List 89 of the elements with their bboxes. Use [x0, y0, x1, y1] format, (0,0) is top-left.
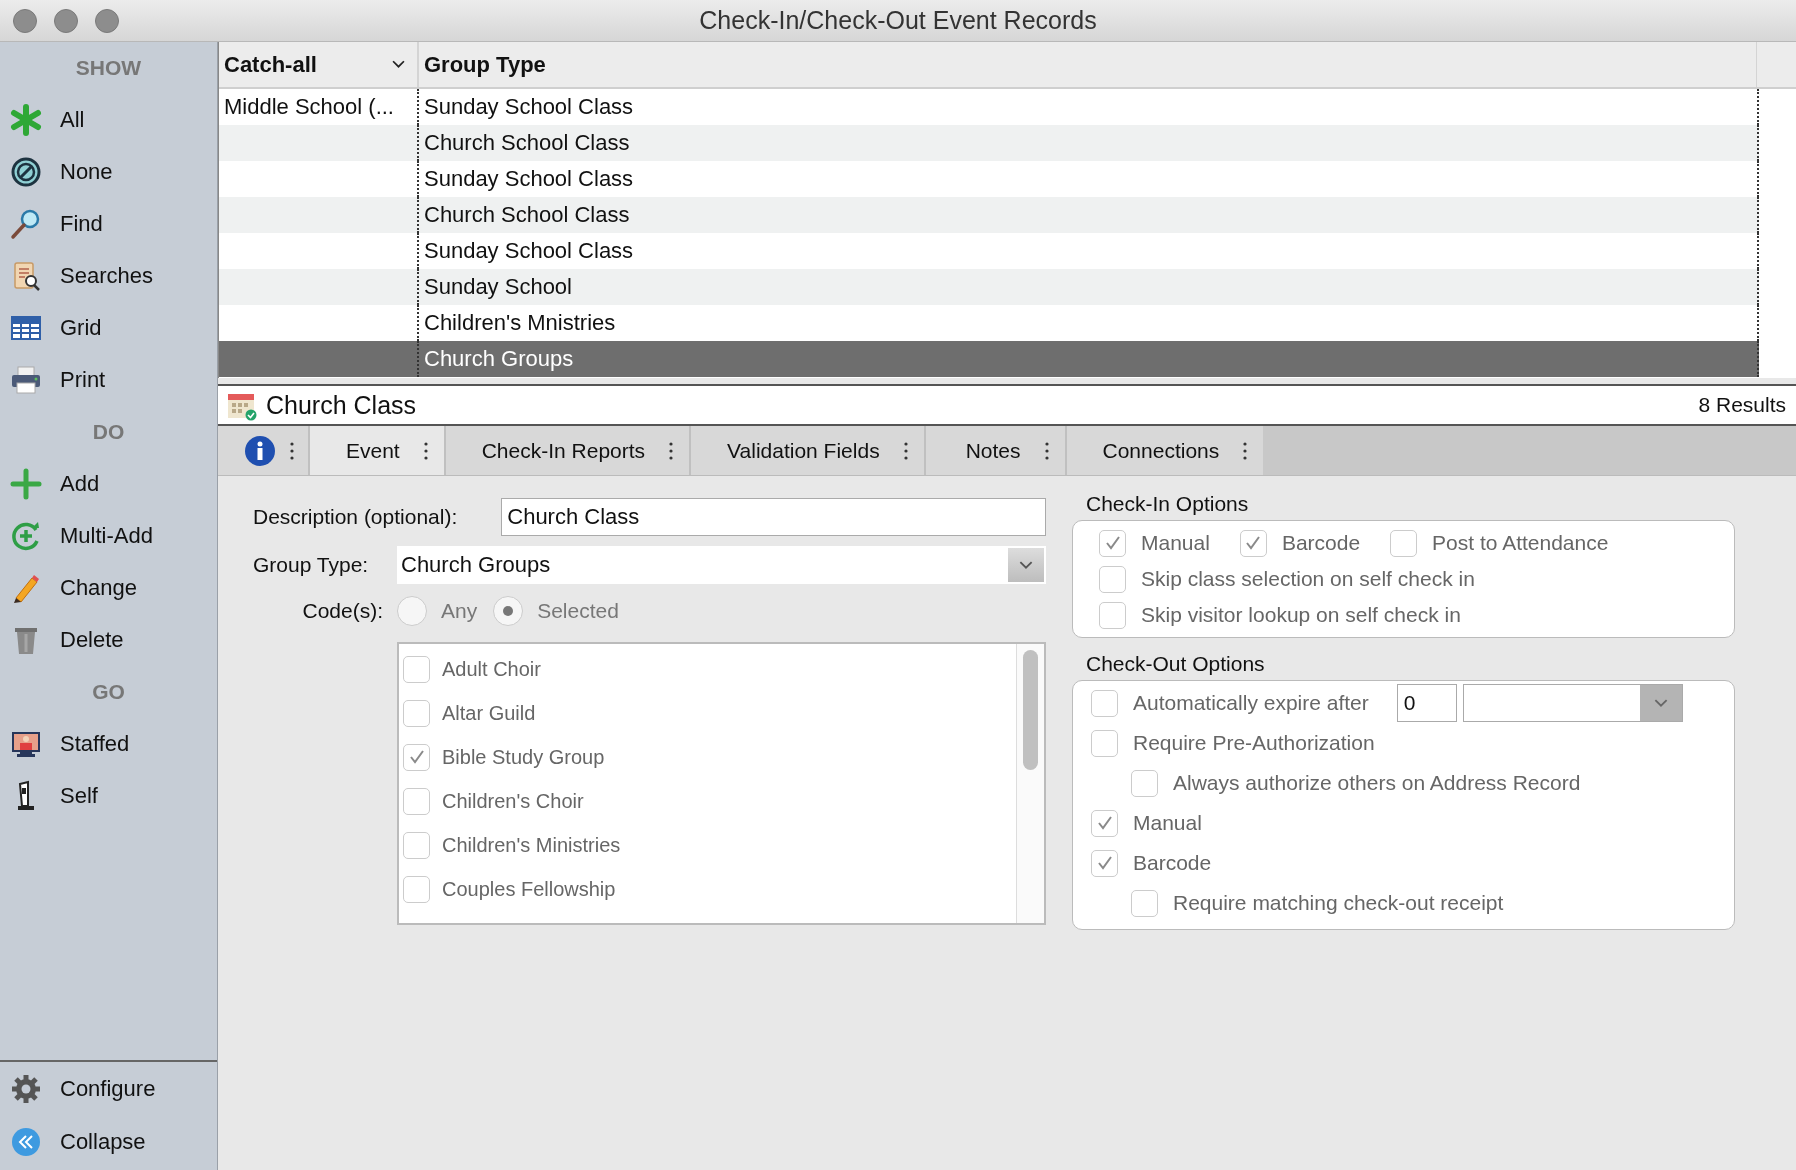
more-icon[interactable]	[1044, 441, 1049, 460]
option-checkbox[interactable]: Require matching check-out receipt	[1131, 889, 1504, 917]
more-icon[interactable]	[423, 441, 428, 460]
section-heading: DO	[92, 420, 125, 444]
tab[interactable]: Connections	[1064, 426, 1264, 475]
table-row[interactable]: Church School Class	[219, 125, 1759, 161]
radio-option[interactable]: Selected	[493, 596, 619, 626]
column-header[interactable]: Catch-all	[219, 42, 419, 87]
field-label: Group Type:	[253, 553, 370, 577]
sidebar-item[interactable]: Grid	[0, 302, 102, 354]
info-icon[interactable]	[244, 434, 276, 467]
radio-option[interactable]: Any	[397, 596, 478, 626]
column-header[interactable]: Group Type	[419, 42, 1757, 87]
more-icon[interactable]	[669, 441, 674, 460]
sidebar-item[interactable]: Change	[0, 562, 138, 614]
table-row[interactable]: Sunday School	[219, 269, 1759, 305]
zoom-button[interactable]	[95, 8, 119, 33]
chevron-down-icon	[1019, 560, 1033, 570]
option-checkbox[interactable]: Automatically expire after	[1091, 689, 1369, 717]
more-icon[interactable]	[290, 441, 294, 460]
option-checkbox[interactable]: Manual	[1099, 529, 1210, 557]
code-checkbox[interactable]: Children's Ministries	[399, 823, 621, 867]
table-cell: Sunday School Class	[424, 94, 634, 120]
window-title: Check-In/Check-Out Event Records	[699, 6, 1097, 35]
table-cell: Sunday School	[424, 274, 572, 300]
code-checkbox[interactable]: Altar Guild	[399, 691, 536, 735]
settings-icon	[10, 1072, 42, 1105]
table-cell: Middle School (...	[224, 94, 394, 120]
table-cell: Church Groups	[424, 346, 574, 372]
more-icon[interactable]	[903, 441, 908, 460]
table-cell: Sunday School Class	[424, 166, 634, 192]
tab[interactable]: Check-In Reports	[443, 426, 690, 475]
chevron-down-icon	[1653, 698, 1668, 708]
option-checkbox[interactable]: Barcode	[1091, 849, 1212, 877]
sidebar-item[interactable]: Add	[0, 458, 100, 510]
sidebar-item[interactable]: Searches	[0, 250, 153, 302]
sidebar-item[interactable]: Self	[0, 770, 98, 822]
scrollbar-thumb[interactable]	[1023, 650, 1038, 770]
asterisk-icon	[10, 104, 42, 136]
sidebar-item[interactable]: None	[0, 146, 113, 198]
prohibited-icon	[10, 156, 42, 188]
option-checkbox[interactable]: Barcode	[1239, 529, 1361, 557]
plus-icon	[10, 468, 42, 500]
option-checkbox[interactable]: Post to Attendance	[1390, 529, 1609, 557]
table-cell: Church School Class	[424, 202, 630, 228]
sidebar-item[interactable]: Multi-Add	[0, 510, 153, 562]
record-title: Church Class	[266, 390, 417, 420]
printer-icon	[10, 364, 42, 396]
code-checkbox[interactable]: Children's Choir	[399, 779, 584, 823]
tab[interactable]: Event	[308, 426, 444, 475]
more-icon[interactable]	[1243, 441, 1248, 460]
table-row[interactable]: Church School Class	[219, 197, 1759, 233]
group-type-dropdown[interactable]: Church Groups	[397, 546, 1046, 584]
field-label: Code(s):	[302, 599, 384, 623]
option-checkbox[interactable]: Skip visitor lookup on self check in	[1099, 601, 1461, 629]
section-heading: GO	[92, 680, 125, 704]
code-checkbox[interactable]: Couples Fellowship	[399, 867, 616, 911]
description-field[interactable]: Church Class	[501, 498, 1046, 536]
table-row[interactable]: Church Groups	[219, 341, 1759, 377]
sidebar-item[interactable]: Find	[0, 198, 103, 250]
sidebar-item[interactable]: Configure	[0, 1062, 156, 1115]
code-checkbox[interactable]: Bible Study Group	[399, 735, 605, 779]
sidebar-item[interactable]: All	[0, 94, 85, 146]
table-cell: Sunday School Class	[424, 238, 634, 264]
section-heading: SHOW	[75, 56, 142, 80]
minimize-button[interactable]	[54, 8, 78, 33]
sidebar-item[interactable]: Staffed	[0, 718, 130, 770]
option-checkbox[interactable]: Manual	[1091, 809, 1202, 837]
option-checkbox[interactable]: Always authorize others on Address Record	[1131, 769, 1581, 797]
magnifier-icon	[10, 208, 42, 240]
sidebar-item[interactable]: Collapse	[0, 1115, 146, 1168]
group-title: Check-Out Options	[1085, 652, 1266, 677]
number-field[interactable]: 0	[1396, 684, 1457, 722]
group-title: Check-In Options	[1085, 492, 1250, 517]
table-cell: Church School Class	[424, 130, 630, 156]
field-label: Description (optional):	[253, 505, 458, 529]
collapse-icon	[10, 1125, 42, 1158]
code-checkbox[interactable]: Adult Choir	[399, 647, 541, 691]
circular-plus-icon	[10, 520, 42, 552]
caret-icon[interactable]	[392, 60, 405, 69]
close-button[interactable]	[13, 8, 37, 33]
results-count: 8 Results	[1698, 393, 1787, 417]
tab[interactable]: Notes	[923, 426, 1065, 475]
sidebar-item[interactable]: Delete	[0, 614, 124, 666]
tab[interactable]: Validation Fields	[689, 426, 924, 475]
table-cell: Children's Mnistries	[424, 310, 616, 336]
sidebar-item[interactable]: Print	[0, 354, 106, 406]
option-checkbox[interactable]: Skip class selection on self check in	[1099, 565, 1475, 593]
option-checkbox[interactable]: Require Pre-Authorization	[1091, 729, 1375, 757]
